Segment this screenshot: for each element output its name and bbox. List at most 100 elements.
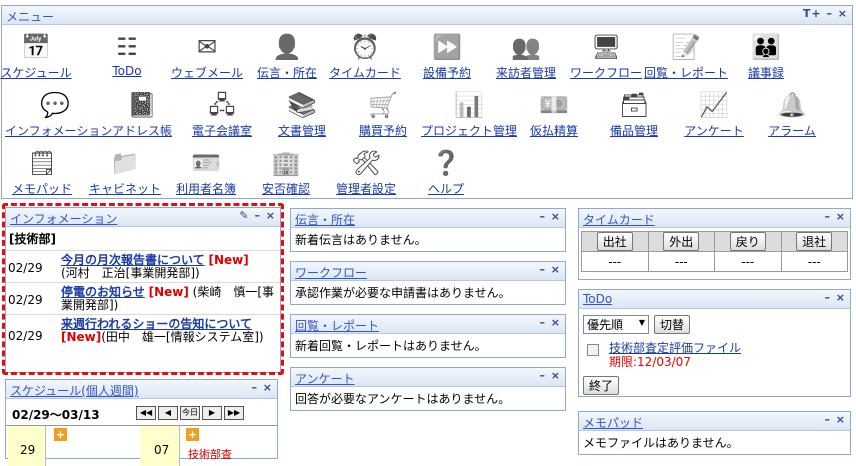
meeting-people-icon: 👪 xyxy=(751,33,781,61)
visitor-icon: 👥 xyxy=(511,33,541,61)
survey-title[interactable]: アンケート xyxy=(295,370,355,387)
person-icon: 👤 xyxy=(272,33,302,61)
todo-title[interactable]: ToDo xyxy=(583,292,612,306)
dengon-title[interactable]: 伝言・所在 xyxy=(295,211,355,228)
prev-week-button[interactable]: ◀◀ xyxy=(136,406,156,420)
workflow-icon: 🖥 xyxy=(591,33,622,61)
day-number: 29 xyxy=(20,443,36,457)
chevron-down-icon: ▼ xyxy=(638,318,645,327)
sort-select[interactable]: 優先順 ▼ xyxy=(583,315,649,334)
menu-item-label: アンケート xyxy=(684,124,744,138)
memopad-title[interactable]: メモパッド xyxy=(583,414,643,431)
circular-controls[interactable]: – × xyxy=(539,316,561,329)
memopad-panel: メモパッド – × メモファイルはありません。 xyxy=(578,411,851,455)
menu-item-meeting-people[interactable]: 👪 議事録 xyxy=(716,32,816,81)
dengon-controls[interactable]: – × xyxy=(539,210,561,223)
todo-checkbox[interactable] xyxy=(587,344,599,356)
address-book-icon: 📓 xyxy=(127,91,157,119)
alarm-clock-icon: ⏰ xyxy=(350,33,380,61)
todo-panel: ToDo – × 優先順 ▼ 切替 技術部査定評価ファイル 期限:12/03/07 … xyxy=(578,289,851,397)
timecard-title[interactable]: タイムカード xyxy=(583,211,655,228)
menu-item-label: 仮払精算 xyxy=(529,124,578,138)
workflow-controls[interactable]: – × xyxy=(539,263,561,276)
workflow-title[interactable]: ワークフロー xyxy=(295,264,367,281)
memopad-header: メモパッド – × xyxy=(579,412,850,431)
timecard-header: タイムカード – × xyxy=(579,209,850,228)
add-schedule-icon[interactable]: + xyxy=(186,428,199,441)
todo-header: ToDo – × xyxy=(579,290,850,309)
go-out-button[interactable]: 外出 xyxy=(663,232,700,251)
schedule-controls[interactable]: – × xyxy=(251,381,273,394)
timecard-controls[interactable]: – × xyxy=(824,210,846,223)
folder-icon: 📁 xyxy=(110,149,140,177)
finish-button[interactable]: 終了 xyxy=(583,376,620,395)
next-day-button[interactable]: ▶ xyxy=(202,406,222,420)
schedule-range: 02/29～03/13 xyxy=(12,408,100,422)
schedule-title[interactable]: スケジュール(個人週間) xyxy=(10,382,139,399)
today-button[interactable]: 今日 xyxy=(180,406,200,420)
equipment-icon: 🗃 xyxy=(619,91,650,119)
menu-item-label: スケジュール xyxy=(0,66,72,80)
menu-item-label: 来訪者管理 xyxy=(495,66,556,80)
memopad-controls[interactable]: – × xyxy=(824,413,846,426)
timecard-panel: タイムカード – × 出社 外出 戻り 退社 --- --- --- --- xyxy=(578,208,851,280)
menu-item-label: キャビネット xyxy=(88,182,161,196)
menu-item-label: 文書管理 xyxy=(277,124,326,138)
todo-controls[interactable]: – × xyxy=(824,291,846,304)
menu-item-label: ヘルプ xyxy=(427,182,464,196)
next-week-button[interactable]: ▶▶ xyxy=(224,406,244,420)
menu-item-label: 管理者設定 xyxy=(335,182,396,196)
gantt-icon: 📊 xyxy=(454,91,484,119)
prev-day-button[interactable]: ◀ xyxy=(158,406,178,420)
binders-icon: 📚 xyxy=(287,91,317,119)
menu-item-shopping-cart[interactable]: 🛒 購買予約 xyxy=(333,90,433,139)
memo-pad-icon: 🗒 xyxy=(27,149,58,177)
admin-tools-icon: 🛠 xyxy=(351,149,382,177)
menu-item-label: 安否確認 xyxy=(261,182,310,196)
workflow-header: ワークフロー – × xyxy=(291,262,565,281)
day-number: 07 xyxy=(154,443,170,457)
id-card-icon: 🪪 xyxy=(191,149,221,177)
clock-out-value: --- xyxy=(780,251,848,272)
circular-panel: 回覧・レポート – × 新着回覧・レポートはありません。 xyxy=(290,314,566,358)
building-icon: 🏢 xyxy=(271,149,301,177)
arrows-icon: ⏩ xyxy=(432,33,462,61)
go-out-value: --- xyxy=(647,251,715,272)
circular-header: 回覧・レポート – × xyxy=(291,315,565,334)
day-cell[interactable]: 29 xyxy=(8,426,46,466)
menu-title: メニュー xyxy=(6,10,55,24)
clock-in-button[interactable]: 出社 xyxy=(596,232,633,251)
bell-icon: 🔔 xyxy=(777,91,807,119)
todo-list-icon: ☷ xyxy=(116,33,138,61)
menu-item-speech-bubble[interactable]: 💬 インフォメーション xyxy=(5,90,112,139)
day-cell[interactable]: 07 xyxy=(140,426,180,466)
timecard-table: 出社 外出 戻り 退社 --- --- --- --- xyxy=(581,231,848,272)
add-schedule-icon[interactable]: + xyxy=(54,428,67,441)
menu-item-calendar[interactable]: 📅 スケジュール xyxy=(0,32,86,81)
memopad-message: メモファイルはありません。 xyxy=(583,436,739,450)
circular-title[interactable]: 回覧・レポート xyxy=(295,317,379,334)
speech-bubble-icon: 💬 xyxy=(40,91,70,119)
menu-item-label: ワークフロー xyxy=(569,66,642,80)
todo-due: 期限:12/03/07 xyxy=(609,355,691,369)
menu-item-label: アラーム xyxy=(768,124,816,138)
circular-message: 新着回覧・レポートはありません。 xyxy=(295,339,487,353)
menu-item-label: 購買予約 xyxy=(358,124,407,138)
schedule-entry[interactable]: 技術部査 xyxy=(188,446,232,462)
menu-item-help[interactable]: ❓ ヘルプ xyxy=(396,148,496,197)
menu-panel: メニュー T+ – × 📅 スケジュール ☷ ToDo ✉ ウェブメール 👤 伝言・所在 ⏰ タイ… xyxy=(0,5,853,199)
menu-item-label: ToDo xyxy=(112,64,142,78)
clock-out-button[interactable]: 退社 xyxy=(796,232,833,251)
workflow-panel: ワークフロー – × 承認作業が必要な申請書はありません。 xyxy=(290,261,566,305)
switch-button[interactable]: 切替 xyxy=(654,315,691,334)
dengon-header: 伝言・所在 – × xyxy=(291,209,565,228)
menu-item-label: 設備予約 xyxy=(422,66,471,80)
survey-chart-icon: 📈 xyxy=(699,91,729,119)
calendar-icon: 📅 xyxy=(21,33,51,61)
menu-item-label: 利用者名簿 xyxy=(175,182,236,196)
menu-item-bell[interactable]: 🔔 アラーム xyxy=(742,90,842,139)
menu-controls[interactable]: T+ – × xyxy=(803,7,848,20)
return-button[interactable]: 戻り xyxy=(729,232,766,251)
survey-controls[interactable]: – × xyxy=(539,369,561,382)
schedule-header: スケジュール(個人週間) – × xyxy=(6,380,277,399)
